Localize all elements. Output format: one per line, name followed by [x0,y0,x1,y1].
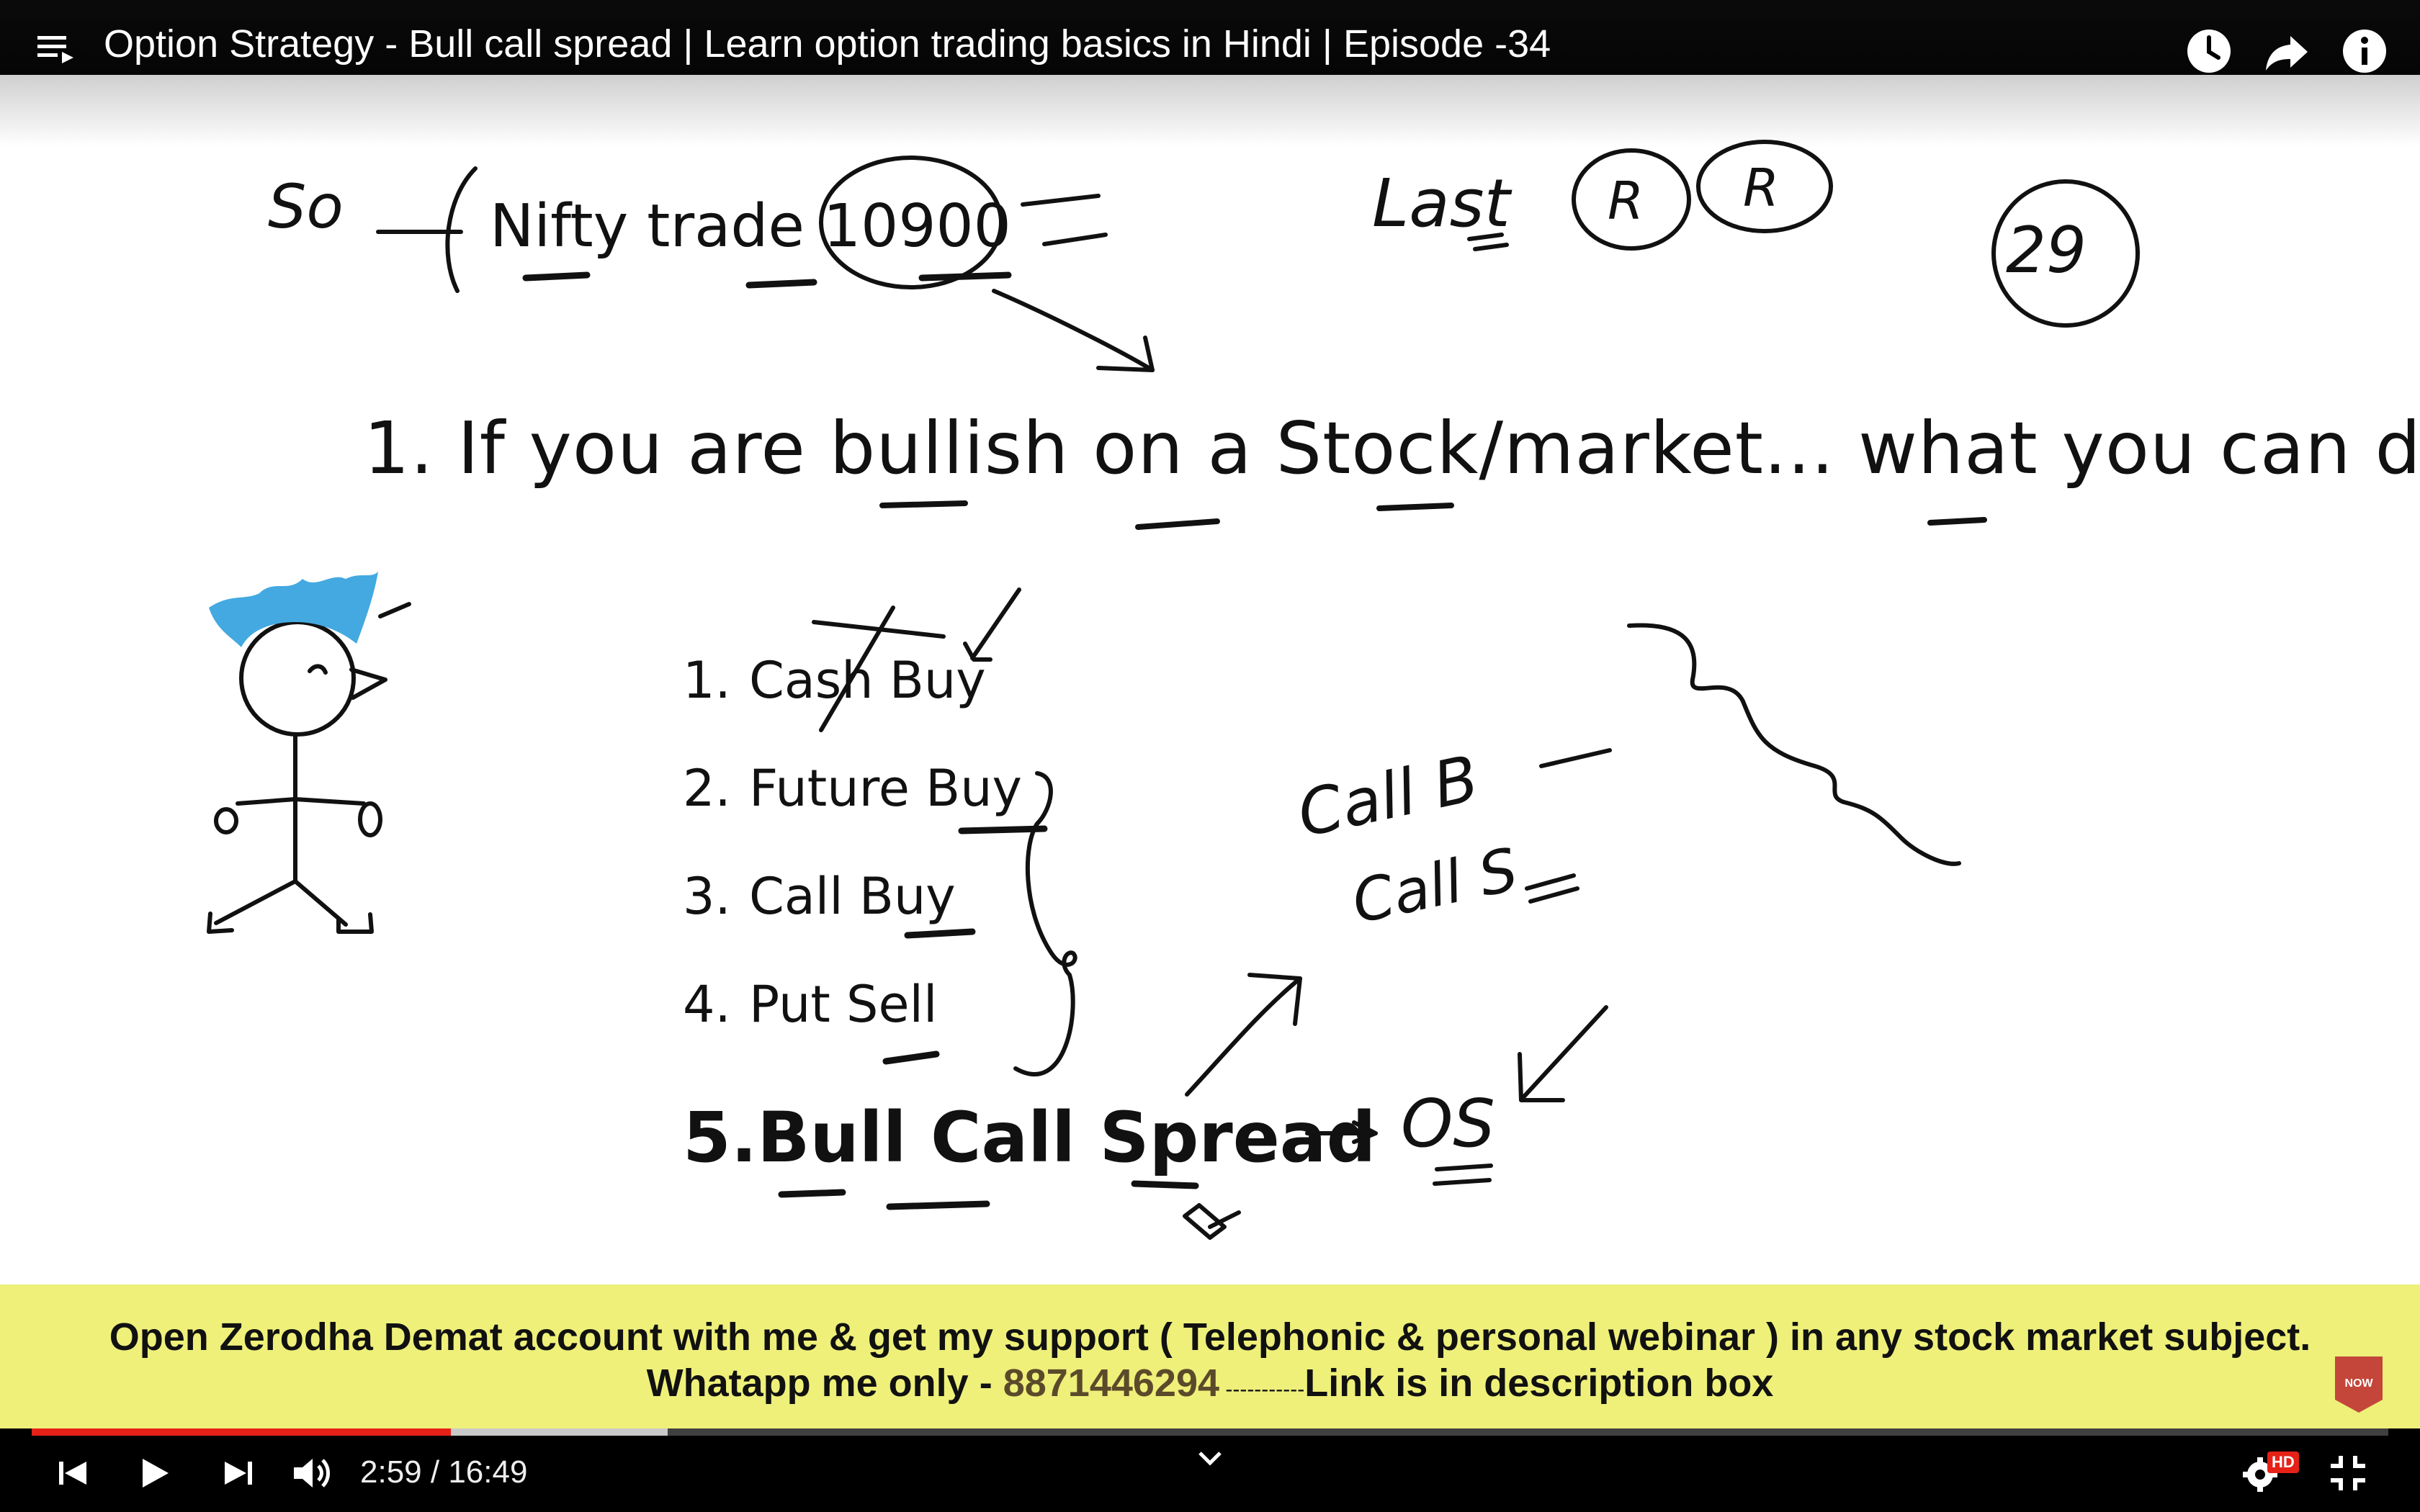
playlist-icon[interactable] [37,35,75,63]
figure-hair [209,572,378,647]
banner-line-2: Whatapp me only - 8871446294 -----------… [0,1361,2420,1405]
options-brace [1013,771,1077,1076]
chevron-down-icon[interactable] [1188,1444,1232,1473]
banner-line-1: Open Zerodha Demat account with me & get… [109,1315,2311,1359]
info-icon[interactable] [2339,26,2390,76]
handwriting-layer: So Last R R 29 Call B Call S OS [207,140,2140,1240]
r-note-2: R [1743,158,1779,218]
play-icon[interactable] [131,1450,177,1496]
nifty-price-circle [819,156,1003,289]
promo-banner: Open Zerodha Demat account with me & get… [0,1284,2420,1428]
progress-played [32,1428,451,1436]
duration: 16:49 [448,1454,528,1490]
video-title[interactable]: Option Strategy - Bull call spread | Lea… [104,22,1551,66]
banner-dashes: ----------- [1219,1377,1305,1401]
banner-phone: 8871446294 [1003,1362,1220,1405]
video-frame[interactable]: Nifty trade 10900 1. If you are bullish … [0,75,2420,1284]
os-arrow [1518,1005,1608,1102]
time-separator: / [421,1454,449,1490]
arrow-to-heading [992,289,1155,372]
exit-fullscreen-icon[interactable] [2325,1450,2371,1496]
call-b-note: Call B [1291,741,1485,851]
player-controls: 2:59 / 16:49 HD [0,1436,2420,1512]
tick-arrow [963,588,1021,662]
so-note: So [268,171,344,242]
video-title-bar: Option Strategy - Bull call spread | Lea… [0,0,2420,75]
previous-icon[interactable] [50,1450,97,1496]
pencil-cursor-icon [1183,1203,1241,1240]
circle-number-note: 29 [2006,213,2087,287]
call-s-note: Call S [1346,836,1523,937]
subscribe-badge-icon[interactable]: NOW [2332,1354,2385,1414]
right-arrow [1305,1120,1378,1144]
svg-text:NOW: NOW [2344,1377,2373,1390]
current-time: 2:59 [360,1454,422,1490]
os-note: OS [1401,1085,1495,1162]
call-b-dash [1539,748,1612,768]
market-squiggle [1627,623,1961,866]
figure-head [239,620,356,737]
up-arrow [1185,976,1302,1097]
banner-suffix: Link is in description box [1304,1362,1774,1405]
nifty-close-mark [1021,194,1108,246]
volume-icon[interactable] [288,1450,334,1496]
time-readout: 2:59 / 16:49 [360,1454,527,1490]
r-note-1: R [1608,171,1644,231]
hd-badge: HD [2267,1452,2299,1473]
cash-buy-cross [812,606,946,732]
next-icon[interactable] [215,1450,261,1496]
banner-prefix: Whatapp me only - [646,1362,1003,1405]
watch-later-icon[interactable] [2184,26,2234,76]
share-icon[interactable] [2262,26,2312,76]
last-note: Last [1372,165,1512,242]
